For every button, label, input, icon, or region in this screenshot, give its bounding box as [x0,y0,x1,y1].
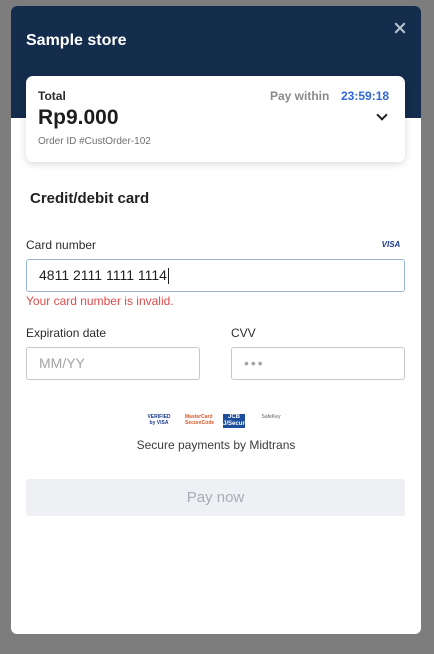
card-number-input[interactable]: 4811 2111 1111 1114 [26,259,405,292]
mastercard-securecode-logo: MasterCard SecureCode [185,414,215,426]
visa-card-icon: VISA [379,239,403,251]
expiry-input[interactable]: MM/YY [26,347,200,380]
close-icon[interactable] [391,20,409,38]
secure-payments-text: Secure payments by Midtrans [136,438,296,452]
security-badges: VERIFIED by VISA MasterCard SecureCode J… [147,414,287,430]
text-caret [167,268,169,285]
verified-by-visa-logo: VERIFIED by VISA [147,414,171,426]
countdown-timer: 23:59:18 [341,89,390,103]
card-number-error: Your card number is invalid. [26,294,174,308]
card-number-label: Card number [26,238,97,252]
cvv-label: CVV [231,326,256,340]
card-number-value: 4811 2111 1111 1114 [39,267,167,283]
expiry-label: Expiration date [26,326,107,340]
pay-within-label: Pay within [270,89,330,103]
safekey-logo: SafeKey [261,414,281,420]
total-label: Total [38,89,66,103]
order-summary-card[interactable]: Total Rp9.000 Order ID #CustOrder-102 Pa… [26,76,405,162]
total-amount: Rp9.000 [38,106,119,129]
pay-now-button[interactable]: Pay now [26,479,405,516]
payment-modal: Sample store Total Rp9.000 Order ID #Cus… [11,6,421,634]
order-id: Order ID #CustOrder-102 [38,136,151,147]
section-title: Credit/debit card [30,190,150,207]
chevron-down-icon[interactable] [376,109,388,121]
store-name: Sample store [26,32,127,49]
jcb-jsecure-logo: JCB J/Secure [223,414,249,428]
cvv-input[interactable]: ••• [231,347,405,380]
